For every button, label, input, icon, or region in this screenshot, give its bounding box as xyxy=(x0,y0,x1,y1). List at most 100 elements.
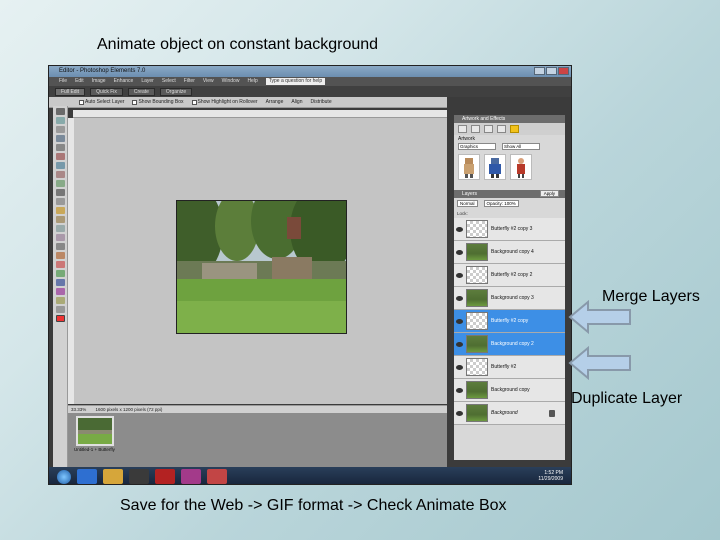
layer-name: Butterfly #2 copy xyxy=(491,318,529,324)
straighten-tool-icon[interactable] xyxy=(55,216,65,223)
tab-quick-fix[interactable]: Quick Fix xyxy=(90,87,123,96)
artwork-item[interactable] xyxy=(510,154,532,180)
visibility-eye-icon[interactable] xyxy=(456,295,463,301)
blend-mode-select[interactable]: Normal xyxy=(457,200,478,207)
visibility-eye-icon[interactable] xyxy=(456,341,463,347)
red-eye-tool-icon[interactable] xyxy=(55,180,65,187)
distribute-menu[interactable]: Distribute xyxy=(310,99,331,105)
menu-window[interactable]: Window xyxy=(222,77,240,86)
effects-icon[interactable] xyxy=(471,125,480,133)
artwork-icon[interactable] xyxy=(458,125,467,133)
artwork-item[interactable] xyxy=(458,154,480,180)
show-highlight-option[interactable]: Show Highlight on Rollover xyxy=(191,99,258,105)
visibility-eye-icon[interactable] xyxy=(456,249,463,255)
close-button[interactable] xyxy=(558,67,569,75)
media-player-icon[interactable] xyxy=(129,469,149,484)
flash-app-icon[interactable] xyxy=(155,469,175,484)
menu-layer[interactable]: Layer xyxy=(141,77,154,86)
opacity-field[interactable]: Opacity: 100% xyxy=(483,200,519,207)
blur-tool-icon[interactable] xyxy=(55,297,65,304)
marquee-tool-icon[interactable] xyxy=(55,144,65,151)
garden-scene-image xyxy=(177,201,346,333)
menu-edit[interactable]: Edit xyxy=(75,77,84,86)
checkbox-icon xyxy=(79,99,84,105)
visibility-eye-icon[interactable] xyxy=(456,410,463,416)
apply-button[interactable]: Apply xyxy=(539,190,559,197)
brush-tool-icon[interactable] xyxy=(55,261,65,268)
garden-photo xyxy=(176,200,347,334)
layer-row[interactable]: Butterfly #2 copy xyxy=(454,310,565,333)
visibility-eye-icon[interactable] xyxy=(456,387,463,393)
pencil-tool-icon[interactable] xyxy=(55,252,65,259)
favorites-star-icon[interactable] xyxy=(510,125,519,133)
text-effects-icon[interactable] xyxy=(497,125,506,133)
folder-icon[interactable] xyxy=(103,469,123,484)
sponge-tool-icon[interactable] xyxy=(55,306,65,313)
visibility-eye-icon[interactable] xyxy=(456,272,463,278)
layer-row[interactable]: Background copy xyxy=(454,379,565,402)
layer-row[interactable]: Background copy 2 xyxy=(454,333,565,356)
artwork-effects-header[interactable]: Artwork and Effects xyxy=(454,115,565,123)
lasso-tool-icon[interactable] xyxy=(55,153,65,160)
gradient-tool-icon[interactable] xyxy=(55,279,65,286)
layer-row[interactable]: Butterfly #2 xyxy=(454,356,565,379)
cookie-cutter-tool-icon[interactable] xyxy=(55,207,65,214)
visibility-eye-icon[interactable] xyxy=(456,364,463,370)
help-search-input[interactable]: Type a question for help xyxy=(265,78,326,85)
clone-stamp-tool-icon[interactable] xyxy=(55,234,65,241)
layer-row[interactable]: Butterfly #2 copy 3 xyxy=(454,218,565,241)
layer-row[interactable]: Background copy 4 xyxy=(454,241,565,264)
tab-organize[interactable]: Organize xyxy=(159,87,193,96)
status-bar: 33.33% 1600 pixels x 1200 pixels (72 ppi… xyxy=(68,405,447,413)
artwork-show-select[interactable]: Show All xyxy=(502,143,540,150)
document-canvas[interactable] xyxy=(74,118,447,404)
project-bin: Untitled-1 + Butterfly xyxy=(68,413,447,467)
crop-tool-icon[interactable] xyxy=(55,198,65,205)
filters-icon[interactable] xyxy=(484,125,493,133)
auto-select-layer-option[interactable]: Auto Select Layer xyxy=(79,99,124,105)
snipping-tool-icon[interactable] xyxy=(207,469,227,484)
magic-wand-tool-icon[interactable] xyxy=(55,162,65,169)
zoom-tool-icon[interactable] xyxy=(55,117,65,124)
paint-bucket-tool-icon[interactable] xyxy=(55,270,65,277)
window-title-bar: Editor - Photoshop Elements 7.0 xyxy=(49,66,571,77)
mode-bar: Full Edit Quick Fix Create Organize xyxy=(49,86,571,97)
menu-enhance[interactable]: Enhance xyxy=(114,77,134,86)
tab-create[interactable]: Create xyxy=(127,87,155,96)
maximize-button[interactable] xyxy=(546,67,557,75)
arrange-menu[interactable]: Arrange xyxy=(266,99,284,105)
photoshop-elements-icon[interactable] xyxy=(181,469,201,484)
menu-filter[interactable]: Filter xyxy=(184,77,195,86)
type-tool-icon[interactable] xyxy=(55,189,65,196)
visibility-eye-icon[interactable] xyxy=(456,226,463,232)
minimize-button[interactable] xyxy=(534,67,545,75)
move-tool-icon[interactable] xyxy=(55,108,65,115)
artwork-item[interactable] xyxy=(484,154,506,180)
eraser-tool-icon[interactable] xyxy=(55,243,65,250)
align-menu[interactable]: Align xyxy=(291,99,302,105)
menu-file[interactable]: File xyxy=(59,77,67,86)
eyedropper-tool-icon[interactable] xyxy=(55,135,65,142)
foreground-color-swatch[interactable] xyxy=(55,315,65,322)
system-clock[interactable]: 1:52 PM 11/29/2009 xyxy=(538,470,563,482)
artwork-section-label: Artwork xyxy=(458,136,475,142)
layer-row[interactable]: Background xyxy=(454,402,565,425)
shape-tool-icon[interactable] xyxy=(55,288,65,295)
menu-view[interactable]: View xyxy=(203,77,214,86)
menu-select[interactable]: Select xyxy=(162,77,176,86)
show-bounding-box-option[interactable]: Show Bounding Box xyxy=(132,99,184,105)
zoom-level[interactable]: 33.33% xyxy=(71,407,86,412)
spot-healing-tool-icon[interactable] xyxy=(55,225,65,232)
internet-explorer-icon[interactable] xyxy=(77,469,97,484)
start-button[interactable] xyxy=(57,469,71,484)
quick-selection-tool-icon[interactable] xyxy=(55,171,65,178)
artwork-type-select[interactable]: Graphics xyxy=(458,143,496,150)
layer-row[interactable]: Butterfly #2 copy 2 xyxy=(454,264,565,287)
hand-tool-icon[interactable] xyxy=(55,126,65,133)
menu-image[interactable]: Image xyxy=(92,77,106,86)
layer-row[interactable]: Background copy 3 xyxy=(454,287,565,310)
project-bin-thumbnail[interactable] xyxy=(76,416,114,446)
tab-full-edit[interactable]: Full Edit xyxy=(55,87,86,96)
visibility-eye-icon[interactable] xyxy=(456,318,463,324)
menu-help[interactable]: Help xyxy=(247,77,257,86)
